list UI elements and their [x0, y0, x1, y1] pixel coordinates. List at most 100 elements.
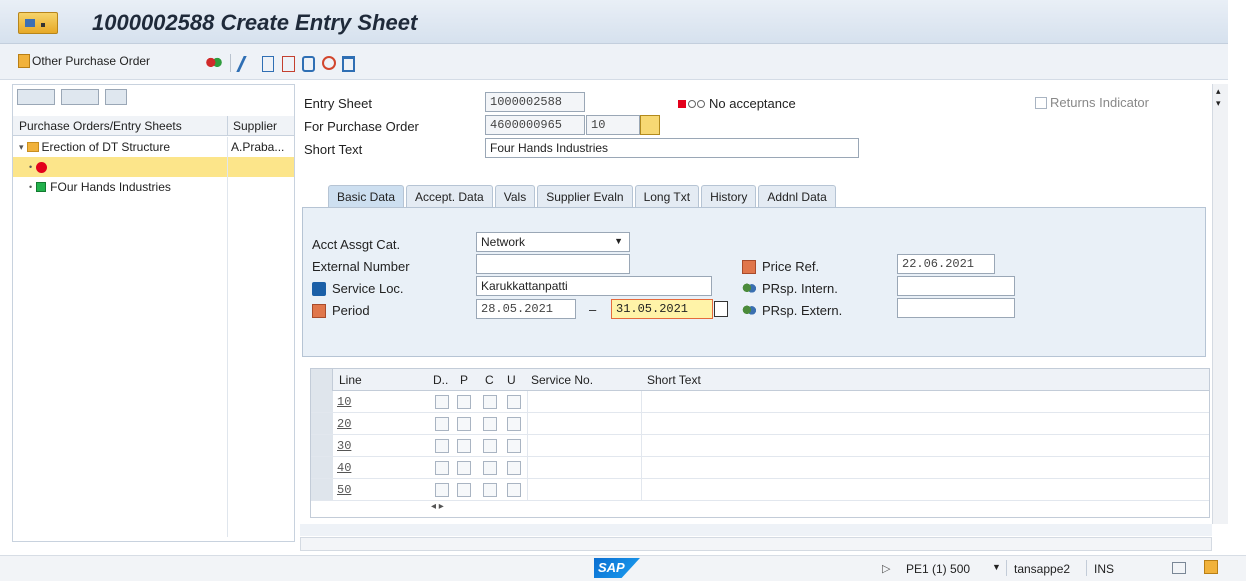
col-header-po[interactable]: Purchase Orders/Entry Sheets [19, 119, 182, 133]
col-short-text[interactable]: Short Text [647, 373, 701, 387]
tab-long-txt[interactable]: Long Txt [634, 185, 700, 209]
entry-sheet-field[interactable]: 1000002588 [485, 92, 585, 112]
col-service-no[interactable]: Service No. [531, 373, 593, 387]
tree-row-entry[interactable]: • FOur Hands Industries [13, 177, 294, 197]
price-ref-calendar-icon[interactable] [742, 259, 756, 274]
col-d[interactable]: D.. [433, 373, 448, 387]
persons-icon[interactable] [742, 282, 756, 295]
d-checkbox[interactable] [435, 417, 449, 431]
new-document-icon[interactable] [262, 56, 274, 72]
entry-sheet-label: Entry Sheet [304, 96, 372, 111]
service-loc-icon[interactable] [312, 281, 326, 296]
price-ref-field[interactable]: 22.06.2021 [897, 254, 995, 274]
lock-icon[interactable] [302, 56, 315, 72]
prsp-extern-field[interactable] [897, 298, 1015, 318]
u-checkbox[interactable] [507, 417, 521, 431]
d-checkbox[interactable] [435, 483, 449, 497]
tab-vals[interactable]: Vals [494, 185, 536, 209]
tab-history[interactable]: History [701, 185, 757, 209]
grid-select-all[interactable] [311, 369, 333, 391]
po-number-field[interactable]: 4600000965 [485, 115, 585, 135]
other-po-button[interactable]: Other Purchase Order [18, 54, 150, 68]
row-selector[interactable] [311, 391, 333, 412]
col-u[interactable]: U [507, 373, 516, 387]
short-text-field[interactable]: Four Hands Industries [485, 138, 859, 158]
col-c[interactable]: C [485, 373, 494, 387]
tab-accept-data[interactable]: Accept. Data [406, 185, 493, 209]
p-checkbox[interactable] [457, 439, 471, 453]
d-checkbox[interactable] [435, 439, 449, 453]
menu-icon[interactable] [18, 12, 58, 34]
status-system[interactable]: PE1 (1) 500 [906, 562, 970, 576]
expand-icon[interactable] [17, 89, 55, 105]
table-row[interactable]: 30 [311, 435, 1209, 457]
d-checkbox[interactable] [435, 461, 449, 475]
u-checkbox[interactable] [507, 483, 521, 497]
unlock-icon[interactable] [1204, 560, 1218, 574]
col-line[interactable]: Line [339, 373, 362, 387]
table-row[interactable]: 10 [311, 391, 1209, 413]
returns-indicator[interactable]: Returns Indicator [1035, 95, 1149, 110]
copy-icon[interactable] [282, 56, 295, 72]
p-checkbox[interactable] [457, 395, 471, 409]
tab-supplier-evaln[interactable]: Supplier Evaln [537, 185, 633, 209]
c-checkbox[interactable] [483, 417, 497, 431]
grid-hscroll[interactable]: ◂ ▸ [431, 501, 491, 517]
period-to-field[interactable]: 31.05.2021 [611, 299, 713, 319]
details-icon[interactable] [61, 89, 99, 105]
c-checkbox[interactable] [483, 439, 497, 453]
system-dropdown-icon[interactable]: ▼ [992, 562, 1001, 572]
po-item-field[interactable]: 10 [586, 115, 640, 135]
returns-indicator-checkbox[interactable] [1035, 96, 1047, 109]
row-selector[interactable] [311, 479, 333, 500]
trash-icon[interactable] [342, 56, 355, 72]
line-link[interactable]: 10 [337, 395, 351, 409]
c-checkbox[interactable] [483, 483, 497, 497]
tab-addnl-data[interactable]: Addnl Data [758, 185, 836, 209]
external-number-field[interactable] [476, 254, 630, 274]
u-checkbox[interactable] [507, 395, 521, 409]
u-checkbox[interactable] [507, 439, 521, 453]
prsp-intern-field[interactable] [897, 276, 1015, 296]
table-row[interactable]: 50 [311, 479, 1209, 501]
vertical-scrollbar[interactable]: ▴ ▾ [1212, 84, 1228, 524]
scroll-up-icon[interactable]: ▴ [1216, 86, 1221, 97]
pencil-icon[interactable] [236, 56, 260, 72]
date-picker-icon[interactable] [714, 301, 728, 317]
table-row[interactable]: 20 [311, 413, 1209, 435]
users-icon[interactable] [206, 56, 222, 72]
d-checkbox[interactable] [435, 395, 449, 409]
p-checkbox[interactable] [457, 483, 471, 497]
collapse-icon[interactable]: ▾ [19, 142, 24, 153]
p-checkbox[interactable] [457, 417, 471, 431]
po-search-icon[interactable] [640, 115, 660, 135]
sort-icon[interactable] [105, 89, 127, 105]
col-p[interactable]: P [460, 373, 468, 387]
tree-row-entry-selected[interactable]: • [13, 157, 294, 177]
bottom-hscroll[interactable] [300, 537, 1212, 551]
row-selector[interactable] [311, 413, 333, 434]
c-checkbox[interactable] [483, 395, 497, 409]
tree-row-po[interactable]: ▾ Erection of DT Structure A.Praba... [13, 137, 294, 157]
row-selector[interactable] [311, 457, 333, 478]
redo-icon[interactable] [322, 56, 336, 70]
tab-basic-data[interactable]: Basic Data [328, 185, 405, 209]
c-checkbox[interactable] [483, 461, 497, 475]
service-loc-field[interactable]: Karukkattanpatti [476, 276, 712, 296]
scroll-down-icon[interactable]: ▾ [1216, 98, 1221, 109]
persons-ext-icon[interactable] [742, 304, 756, 317]
line-link[interactable]: 20 [337, 417, 351, 431]
line-link[interactable]: 50 [337, 483, 351, 497]
col-header-supplier[interactable]: Supplier [233, 119, 277, 133]
line-link[interactable]: 30 [337, 439, 351, 453]
layout-icon[interactable] [1172, 562, 1186, 574]
acct-cat-dropdown[interactable]: Network ▼ [476, 232, 630, 252]
period-from-field[interactable]: 28.05.2021 [476, 299, 576, 319]
line-link[interactable]: 40 [337, 461, 351, 475]
row-selector[interactable] [311, 435, 333, 456]
calendar-icon[interactable] [312, 303, 326, 318]
p-checkbox[interactable] [457, 461, 471, 475]
u-checkbox[interactable] [507, 461, 521, 475]
play-icon[interactable]: ▷ [882, 562, 890, 575]
table-row[interactable]: 40 [311, 457, 1209, 479]
